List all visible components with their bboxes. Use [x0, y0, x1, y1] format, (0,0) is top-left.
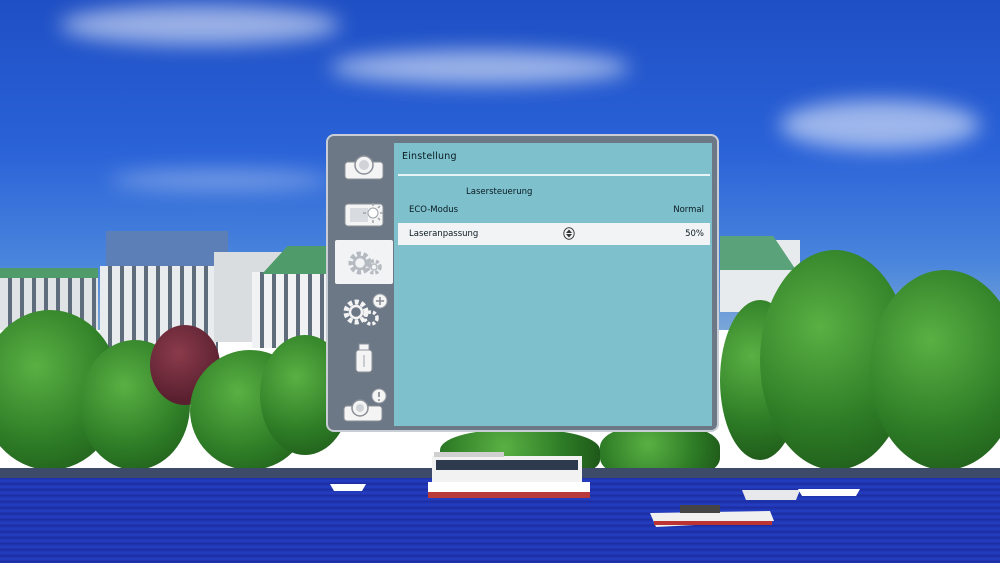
submenu-title: Lasersteuerung: [466, 187, 533, 197]
small-boat: [330, 484, 366, 491]
menu-row-value: 50%: [685, 229, 704, 239]
menu-title: Einstellung: [402, 151, 457, 162]
menu-row-label: ECO-Modus: [409, 205, 459, 215]
cloud: [60, 5, 340, 45]
small-boat: [742, 490, 800, 500]
usb-memory-icon: [355, 343, 373, 373]
osd-category-bar: [332, 140, 394, 426]
projector-osd-menu: Einstellung Lasersteuerung ECO-Modus Nor…: [326, 134, 719, 432]
building-roof: [0, 268, 98, 278]
information-icon: [343, 388, 387, 422]
image-settings-icon: [344, 155, 384, 180]
menu-row-label: Laseranpassung: [409, 229, 479, 239]
menu-row-value: Normal: [673, 205, 704, 215]
nav-item-image[interactable]: [335, 144, 393, 188]
brightness-adjust-icon: [344, 203, 384, 227]
nav-item-extended-settings[interactable]: [335, 288, 393, 332]
cloud: [110, 170, 330, 190]
nav-item-information[interactable]: [335, 384, 393, 428]
nav-item-settings[interactable]: [335, 240, 393, 284]
osd-content-panel: Einstellung Lasersteuerung ECO-Modus Nor…: [394, 143, 712, 426]
extended-settings-gear-icon: [343, 293, 388, 326]
menu-row-eco-mode[interactable]: ECO-Modus Normal: [398, 199, 710, 221]
small-boat: [798, 489, 860, 496]
nav-item-usb[interactable]: [335, 336, 393, 380]
nav-item-brightness[interactable]: [335, 192, 393, 236]
building: [106, 231, 228, 271]
cloud: [330, 50, 630, 85]
cloud: [780, 100, 980, 150]
title-divider: [398, 174, 710, 176]
motor-boat: [650, 505, 774, 527]
settings-gear-icon: [348, 251, 382, 275]
menu-row-laser-adjust[interactable]: Laseranpassung 50%: [398, 223, 710, 245]
ferry-boat: [428, 452, 590, 498]
up-down-adjust-icon[interactable]: [563, 227, 575, 240]
